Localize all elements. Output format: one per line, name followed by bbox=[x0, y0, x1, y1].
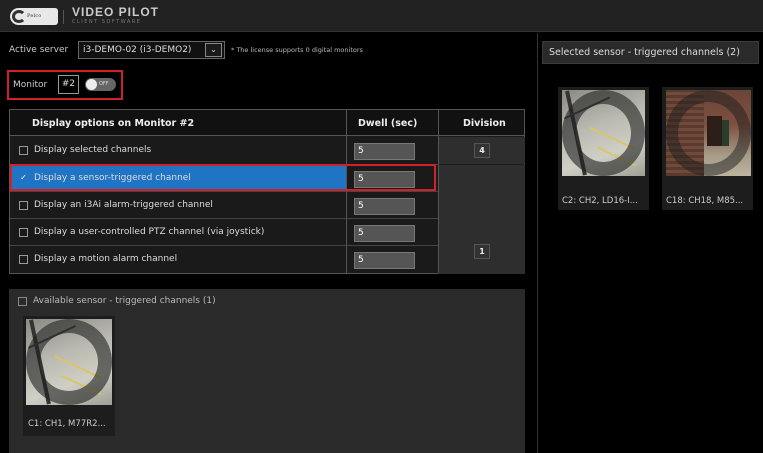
logo-swoosh-icon bbox=[12, 10, 26, 23]
column-header-division: Division bbox=[463, 118, 506, 129]
division-value-1[interactable]: 1 bbox=[474, 244, 490, 259]
dwell-input[interactable]: 5 bbox=[354, 225, 415, 242]
option-checkbox[interactable] bbox=[19, 228, 28, 237]
option-label: Display selected channels bbox=[34, 145, 152, 155]
option-checkbox[interactable] bbox=[19, 255, 28, 264]
channel-card[interactable]: C2: CH2, LD16-I... bbox=[558, 87, 649, 210]
active-server-value: i3-DEMO-02 (i3-DEMO2) bbox=[83, 45, 192, 55]
monitor-selector: Monitor #2 OFF bbox=[7, 70, 123, 100]
row-divider bbox=[10, 218, 438, 219]
available-select-all-checkbox[interactable] bbox=[18, 297, 27, 306]
active-server-label: Active server bbox=[9, 45, 69, 55]
option-label: Display a motion alarm channel bbox=[34, 254, 178, 264]
camera-thumbnail bbox=[26, 319, 112, 405]
option-row-motion-alarm[interactable]: Display a motion alarm channel bbox=[10, 246, 346, 273]
channel-card[interactable]: C18: CH18, M85... bbox=[662, 87, 753, 210]
title-divider bbox=[63, 10, 64, 24]
selected-channels-title: Selected sensor - triggered channels (2) bbox=[549, 47, 740, 58]
display-options-table: Display options on Monitor #2 Dwell (sec… bbox=[9, 109, 525, 274]
channel-caption: C18: CH18, M85... bbox=[666, 196, 744, 206]
camera-thumbnail bbox=[666, 90, 751, 176]
selected-channels-header: Selected sensor - triggered channels (2) bbox=[542, 41, 759, 64]
column-header-options: Display options on Monitor #2 bbox=[32, 118, 195, 129]
option-checkbox[interactable] bbox=[19, 201, 28, 210]
available-channels-title: Available sensor - triggered channels (1… bbox=[33, 296, 216, 306]
option-row-selected-channels[interactable]: Display selected channels bbox=[10, 137, 346, 164]
license-note: * The license supports 0 digital monitor… bbox=[231, 46, 363, 54]
row-divider bbox=[10, 191, 438, 192]
channel-caption: C2: CH2, LD16-I... bbox=[562, 196, 638, 206]
toggle-label: OFF bbox=[99, 81, 109, 87]
column-divider bbox=[346, 110, 347, 273]
highlighted-row-outline bbox=[10, 164, 436, 191]
chevron-down-icon[interactable]: ⌄ bbox=[205, 43, 222, 57]
channel-caption: C1: CH1, M77R2... bbox=[28, 419, 106, 429]
dwell-input[interactable]: 5 bbox=[354, 198, 415, 215]
monitor-number-button[interactable]: #2 bbox=[58, 75, 79, 94]
active-server-select[interactable]: i3-DEMO-02 (i3-DEMO2) ⌄ bbox=[78, 41, 225, 59]
option-row-ptz-joystick[interactable]: Display a user-controlled PTZ channel (v… bbox=[10, 219, 346, 246]
selected-channels-panel: Selected sensor - triggered channels (2)… bbox=[537, 33, 763, 453]
pelco-logo: Pelco bbox=[10, 8, 58, 25]
app-subtitle: CLIENT SOFTWARE bbox=[72, 19, 142, 25]
table-header: Display options on Monitor #2 Dwell (sec… bbox=[10, 110, 524, 136]
dwell-input[interactable]: 5 bbox=[354, 143, 415, 160]
app-title: VIDEO PILOT bbox=[72, 5, 160, 19]
monitor-toggle[interactable]: OFF bbox=[85, 78, 116, 91]
division-value-4[interactable]: 4 bbox=[474, 143, 490, 158]
available-channels-panel: Available sensor - triggered channels (1… bbox=[9, 289, 525, 453]
title-bar: Pelco VIDEO PILOT CLIENT SOFTWARE bbox=[0, 0, 763, 32]
row-divider bbox=[10, 245, 438, 246]
channel-card[interactable]: C1: CH1, M77R2... bbox=[23, 316, 115, 436]
toggle-knob bbox=[86, 79, 97, 90]
option-row-i3ai-alarm[interactable]: Display an i3Ai alarm-triggered channel bbox=[10, 192, 346, 219]
monitor-config-panel: Active server i3-DEMO-02 (i3-DEMO2) ⌄ * … bbox=[0, 33, 536, 453]
column-header-dwell: Dwell (sec) bbox=[358, 118, 418, 129]
option-checkbox[interactable] bbox=[19, 146, 28, 155]
option-label: Display an i3Ai alarm-triggered channel bbox=[34, 200, 213, 210]
camera-thumbnail bbox=[562, 90, 645, 176]
column-divider bbox=[438, 110, 439, 273]
logo-text: Pelco bbox=[27, 13, 42, 19]
option-label: Display a user-controlled PTZ channel (v… bbox=[34, 227, 265, 237]
monitor-label: Monitor bbox=[13, 80, 48, 90]
dwell-input[interactable]: 5 bbox=[354, 252, 415, 269]
